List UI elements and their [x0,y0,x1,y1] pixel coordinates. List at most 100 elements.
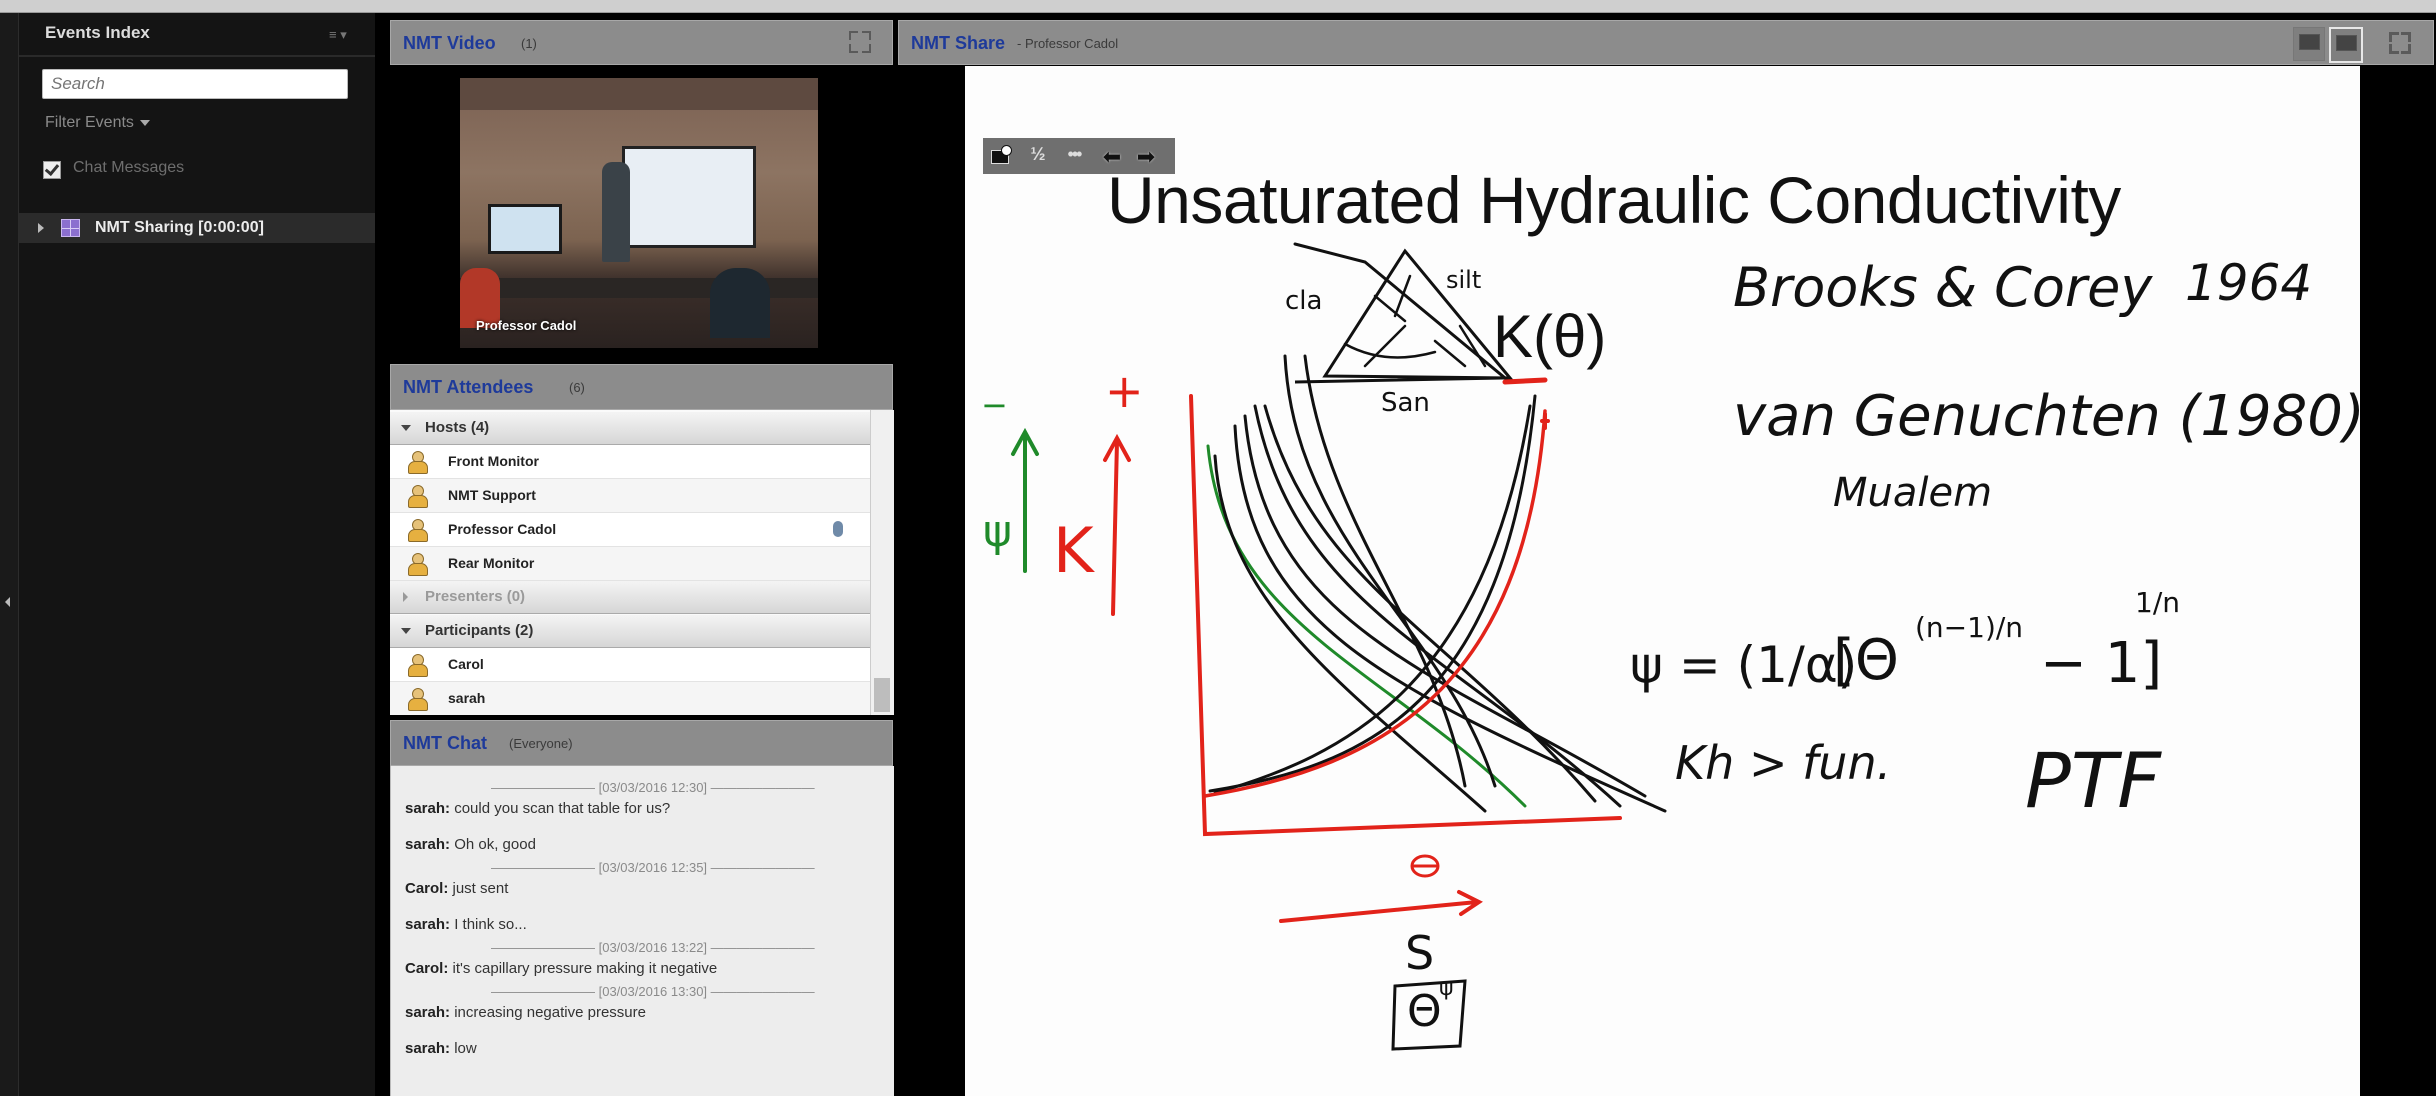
chat-message: Carol: just sent [405,880,508,897]
chat-timestamp-separator: ———————— [03/03/2016 13:30] ———————— [491,984,815,999]
fit-view-icon [2336,35,2357,51]
host-avatar-icon [406,451,428,474]
attendee-row[interactable]: sarah [390,682,870,715]
video-pod-count: (1) [521,36,537,51]
expand-triangle-icon[interactable] [401,628,411,634]
ptf-note: PTF [2025,736,2161,825]
chat-message: sarah: could you scan that table for us? [405,800,670,817]
chat-sender: sarah: [405,1040,451,1057]
chat-text: increasing negative pressure [450,1004,646,1021]
group-label: Presenters (0) [425,588,526,605]
chat-text: I think so... [450,916,527,933]
filter-events-label: Filter Events [45,114,134,131]
chat-message-list[interactable]: ———————— [03/03/2016 12:30] ———————— sara… [390,766,894,1096]
event-item-nmt-sharing[interactable]: NMT Sharing [0:00:00] [19,213,375,243]
attendees-pod-count: (6) [569,380,585,395]
video-presenter-figure [602,162,630,262]
attendee-name: sarah [448,690,486,706]
soil-texture-triangle [1293,242,1514,384]
attendee-row[interactable]: NMT Support [390,479,870,513]
chat-text: low [450,1040,477,1057]
video-student-figure [710,268,770,338]
video-monitor [488,204,562,254]
whiteboard-canvas[interactable]: ½ ••• ⬅ ➡ Unsaturated Hydraulic Conducti… [965,66,2365,1096]
chat-messages-label: Chat Messages [73,159,185,176]
chat-text: it's capillary pressure making it negati… [448,960,718,977]
red-k-arrow [1103,433,1131,616]
van-genuchten-note: van Genuchten (1980) [1733,384,2365,449]
attendees-scrollbar[interactable] [870,410,894,715]
equation-exponent: (n−1)/n [1915,611,2024,644]
chat-message: sarah: I think so... [405,916,527,933]
video-ceiling [460,78,818,110]
presenter-status-icon [830,519,848,541]
attendee-row[interactable]: Professor Cadol [390,513,870,547]
theta-arrow [1279,890,1483,923]
attendee-name: Front Monitor [448,453,539,469]
attendee-name: Rear Monitor [448,555,535,571]
boxed-psi-superscript: ψ [1439,976,1454,1001]
standard-view-icon [2299,34,2320,50]
share-pod-title: NMT Share [911,33,1006,53]
chat-audience: (Everyone) [509,736,573,751]
collapsed-side-strip[interactable] [0,13,19,1096]
share-presenter: - Professor Cadol [1017,36,1119,51]
clay-label: cla [1285,286,1323,316]
k-theta-label: K(θ) [1493,303,1607,370]
participant-avatar-icon [406,654,428,677]
group-presenters[interactable]: Presenters (0) [390,581,870,614]
participant-avatar-icon [406,688,428,711]
search-input[interactable] [42,69,348,99]
triangle-red-tip [1502,377,1548,385]
expand-triangle-icon[interactable] [38,223,44,233]
chevron-down-icon [139,119,150,126]
video-pod-header: NMT Video (1) [390,20,893,65]
expand-triangle-icon[interactable] [401,425,411,431]
scale-icon[interactable]: ½ [1025,144,1051,168]
kh-function-note: Kh > fun. [1675,736,1892,790]
filter-events-dropdown[interactable]: Filter Events [45,114,150,132]
attendee-name: Professor Cadol [448,521,557,537]
chat-timestamp-separator: ———————— [03/03/2016 12:30] ———————— [491,780,815,795]
events-index-header: Events Index ≡ ▾ [19,13,375,57]
retention-curve [1233,424,1667,813]
chat-timestamp-separator: ———————— [03/03/2016 12:35] ———————— [491,860,815,875]
sand-label: San [1381,388,1430,418]
attendees-pod-title: NMT Attendees [403,377,534,397]
webcam-video-feed: Professor Cadol [460,78,818,348]
chat-sender: Carol: [405,960,449,977]
view-mode-button[interactable] [2293,27,2325,61]
fullscreen-icon[interactable] [849,31,871,53]
webcam-icon[interactable] [989,144,1015,168]
chat-pod-title: NMT Chat [403,733,487,753]
attendee-row[interactable]: Front Monitor [390,445,870,479]
equation-bracket: [Θ [1833,628,1899,693]
k-label: K [1053,514,1094,587]
chat-timestamp-separator: ———————— [03/03/2016 13:22] ———————— [491,940,815,955]
expand-triangle-icon[interactable] [403,592,408,602]
group-hosts[interactable]: Hosts (4) [390,412,870,445]
group-participants[interactable]: Participants (2) [390,615,870,648]
scrollbar-thumb[interactable] [874,678,890,712]
collapse-arrow-icon[interactable] [5,597,10,607]
chat-text: Oh ok, good [450,836,536,853]
chat-message: sarah: Oh ok, good [405,836,536,853]
attendee-name: Carol [448,656,484,672]
more-icon[interactable]: ••• [1061,144,1087,168]
share-pod-icon [61,219,80,237]
retention-curve [1303,354,1467,788]
fullscreen-icon[interactable] [2389,32,2411,54]
silt-label: silt [1446,266,1482,294]
psi-label: ψ [983,506,1013,557]
attendee-row[interactable]: Rear Monitor [390,547,870,581]
share-pod-header: NMT Share - Professor Cadol [898,20,2434,65]
chat-text: could you scan that table for us? [450,800,671,817]
chat-message: sarah: low [405,1040,477,1057]
attendee-name: NMT Support [448,487,536,503]
chat-messages-checkbox[interactable] [43,161,61,179]
video-name-caption: Professor Cadol [476,318,577,333]
panel-menu-icon[interactable]: ≡ ▾ [329,27,347,43]
fit-view-button[interactable] [2329,27,2363,63]
s-label: S [1405,926,1435,980]
attendee-row[interactable]: Carol [390,648,870,682]
